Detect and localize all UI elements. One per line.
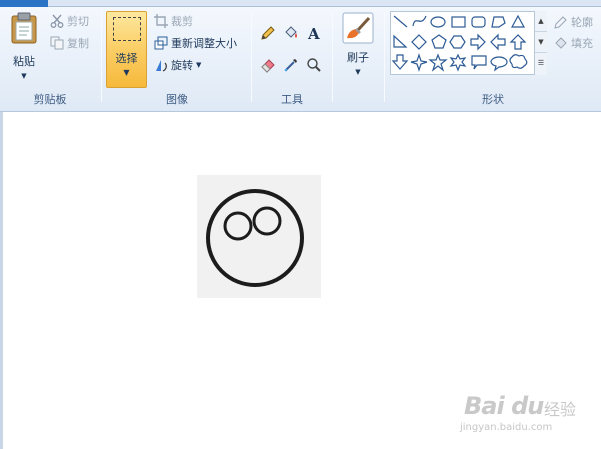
group-separator xyxy=(332,12,333,102)
clipboard-group: 粘贴 ▼ 剪切 复制 剪贴板 xyxy=(0,8,100,111)
image-group-label: 图像 xyxy=(166,93,188,106)
brushes-label: 刷子 xyxy=(347,51,369,64)
pentagon-shape-icon xyxy=(431,34,447,49)
brushes-dropdown-icon[interactable]: ▼ xyxy=(338,68,378,76)
face-drawing-icon xyxy=(206,189,304,287)
svg-text:A: A xyxy=(307,25,320,41)
magnifier-icon xyxy=(306,57,321,72)
watermark-brand: Bai du xyxy=(464,392,544,420)
four-point-star-shape-icon xyxy=(410,53,428,72)
shapes-gallery xyxy=(390,11,547,75)
brush-icon xyxy=(342,12,374,44)
shapes-scrollbar[interactable]: ▲ ▼ ☰ xyxy=(534,11,547,75)
color-picker-tool[interactable] xyxy=(280,54,301,75)
right-triangle-shape-icon xyxy=(393,34,408,48)
rounded-callout-shape-icon xyxy=(471,55,487,70)
outline-button[interactable]: 轮廓 xyxy=(554,12,593,31)
fill-bucket-icon xyxy=(284,25,297,38)
shapes-group-label: 形状 xyxy=(482,93,504,106)
scissors-icon xyxy=(50,14,64,28)
outline-pencil-icon xyxy=(554,15,567,29)
select-dropdown-icon[interactable]: ▼ xyxy=(107,68,146,77)
fill-label: 填充 xyxy=(571,36,593,50)
rotate-icon xyxy=(156,59,167,72)
watermark-site: jingyan.baidu.com xyxy=(460,422,553,433)
fill-tool[interactable] xyxy=(280,22,301,43)
resize-button[interactable]: 重新调整大小 xyxy=(154,33,237,52)
rotate-label: 旋转 xyxy=(171,58,193,72)
paste-dropdown-icon[interactable]: ▼ xyxy=(6,72,42,80)
rounded-rectangle-shape-icon xyxy=(471,16,486,28)
resize-label: 重新调整大小 xyxy=(171,36,237,50)
drawing-image[interactable] xyxy=(197,175,321,298)
hexagon-shape-icon xyxy=(449,35,466,49)
shapes-scroll-up-icon[interactable]: ▲ xyxy=(535,11,547,32)
watermark: Bai du 经验 jingyan.baidu.com xyxy=(458,386,598,444)
fill-icon xyxy=(555,36,567,49)
copy-icon xyxy=(50,36,64,49)
line-shape-icon xyxy=(393,15,408,28)
crop-label: 裁剪 xyxy=(171,14,193,28)
right-arrow-shape-icon xyxy=(470,33,486,51)
shapes-gallery-icons xyxy=(391,14,528,72)
curve-shape-icon xyxy=(412,15,427,27)
eraser-tool[interactable] xyxy=(257,54,278,75)
five-point-star-shape-icon xyxy=(428,53,448,72)
pencil-icon xyxy=(260,25,275,40)
copy-label: 复制 xyxy=(67,36,89,50)
brushes-button[interactable]: 刷子 ▼ xyxy=(338,12,378,76)
cloud-callout-shape-icon xyxy=(509,54,528,69)
resize-icon xyxy=(154,36,168,49)
clipboard-group-label: 剪贴板 xyxy=(33,93,67,106)
cut-button[interactable]: 剪切 xyxy=(50,11,89,30)
paste-label: 粘贴 xyxy=(13,55,35,68)
pencil-tool[interactable] xyxy=(257,22,278,43)
ribbon: 粘贴 ▼ 剪切 复制 剪贴板 图像 选择 ▼ 裁剪 重新调整大小 旋转 ▼ 工具… xyxy=(0,0,601,112)
ribbon-tab-strip xyxy=(0,0,601,7)
oval-callout-shape-icon xyxy=(490,56,508,72)
rectangle-shape-icon xyxy=(451,16,466,28)
oval-shape-icon xyxy=(430,16,446,28)
shapes-expand-icon[interactable]: ☰ xyxy=(535,53,547,74)
six-point-star-shape-icon xyxy=(449,53,467,72)
diamond-shape-icon xyxy=(411,34,427,50)
paste-button[interactable]: 粘贴 ▼ xyxy=(6,12,42,80)
rotate-button[interactable]: 旋转 ▼ xyxy=(154,55,201,74)
canvas-left-border xyxy=(0,112,3,449)
down-arrow-shape-icon xyxy=(391,54,409,70)
shapes-scroll-down-icon[interactable]: ▼ xyxy=(535,32,547,53)
polygon-shape-icon xyxy=(491,16,506,28)
rotate-dropdown-icon[interactable]: ▼ xyxy=(196,61,201,69)
magnifier-tool[interactable] xyxy=(303,54,324,75)
triangle-shape-icon xyxy=(510,14,526,28)
cut-label: 剪切 xyxy=(67,14,89,28)
watermark-cn: 经验 xyxy=(544,400,577,419)
tools-group-label: 工具 xyxy=(281,93,303,106)
crop-icon xyxy=(154,13,168,28)
select-label: 选择 xyxy=(115,52,138,65)
select-button[interactable]: 选择 ▼ xyxy=(106,11,147,88)
file-tab[interactable] xyxy=(0,0,48,7)
tools-grid: A xyxy=(257,22,327,80)
copy-button[interactable]: 复制 xyxy=(50,33,89,52)
eraser-icon xyxy=(260,58,275,73)
text-tool[interactable]: A xyxy=(303,22,324,43)
text-icon: A xyxy=(307,25,320,41)
outline-label: 轮廓 xyxy=(571,15,593,29)
left-arrow-shape-icon xyxy=(490,33,506,51)
color-picker-icon xyxy=(284,58,297,71)
clipboard-icon xyxy=(11,12,37,44)
fill-button[interactable]: 填充 xyxy=(554,33,593,52)
selection-marquee-icon xyxy=(113,17,141,41)
crop-button[interactable]: 裁剪 xyxy=(154,11,193,30)
up-arrow-shape-icon xyxy=(509,34,527,50)
